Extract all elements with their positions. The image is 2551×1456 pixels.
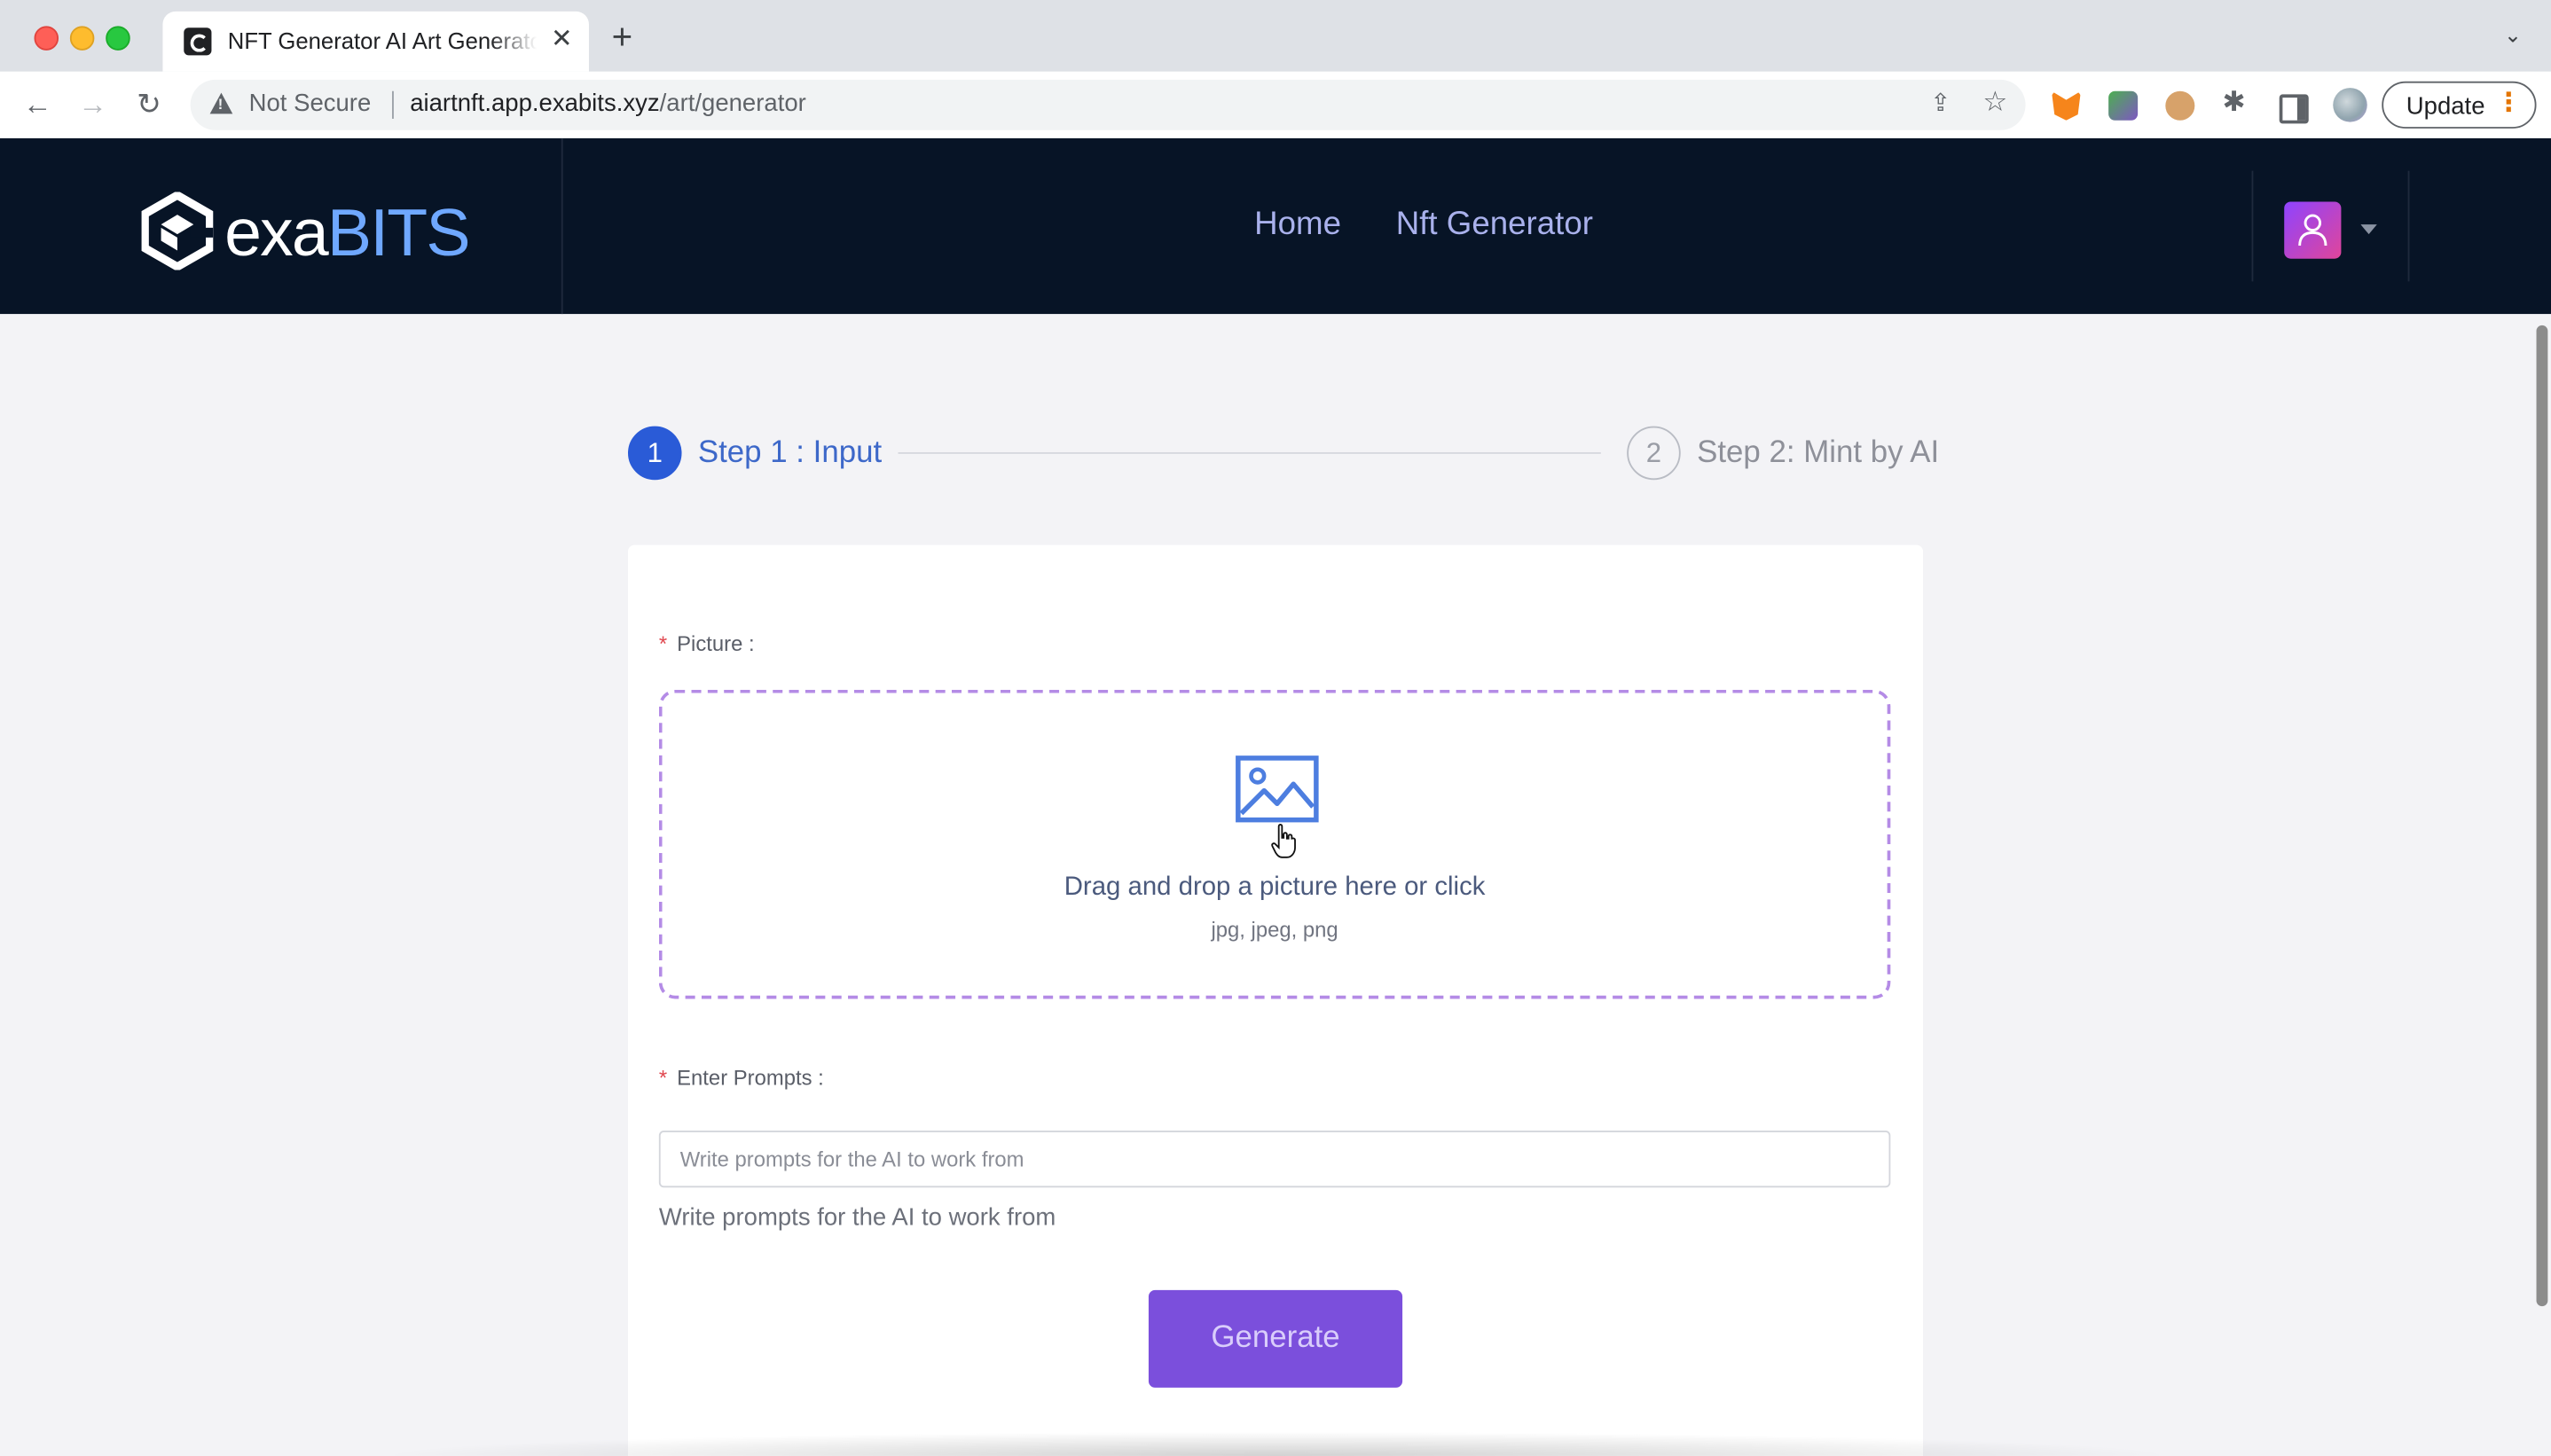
browser-tab-strip: NFT Generator AI Art Generator ✕ + ⌄ (0, 0, 2551, 72)
reload-icon[interactable]: ↻ (137, 84, 161, 123)
logo-wordmark: exaBITS (224, 195, 471, 270)
dropzone-instructions: Drag and drop a picture here or click (1064, 873, 1486, 902)
dropzone-file-types: jpg, jpeg, png (1211, 917, 1338, 943)
update-button-label: Update (2406, 92, 2485, 121)
warning-triangle-icon[interactable] (209, 92, 233, 114)
tab-close-icon[interactable]: ✕ (551, 25, 573, 58)
exabits-logo-icon (141, 192, 214, 270)
url-text[interactable]: aiartnft.app.exabits.xyz/art/generator (410, 90, 806, 117)
minimize-window-button[interactable] (69, 26, 95, 51)
header-divider (2407, 170, 2410, 282)
required-mark: * (658, 1065, 668, 1091)
maximize-window-button[interactable] (106, 26, 130, 51)
prompts-help-text: Write prompts for the AI to work from (658, 1203, 1056, 1232)
prompts-label: * Enter Prompts : (659, 1066, 824, 1091)
browser-toolbar: ← → ↻ Not Secure aiartnft.app.exabits.xy… (0, 71, 2551, 140)
required-mark: * (658, 630, 668, 656)
user-icon (2298, 214, 2327, 247)
bookmark-star-icon[interactable]: ☆ (1982, 86, 2007, 119)
back-arrow-icon[interactable]: ← (23, 84, 52, 123)
step-2-label: Step 2: Mint by AI (1697, 435, 1940, 471)
side-panel-icon[interactable] (2279, 94, 2309, 124)
close-window-button[interactable] (34, 26, 59, 51)
logo-bits: BITS (326, 195, 471, 270)
update-button[interactable]: Update ⋮ (2382, 81, 2537, 129)
url-path: /art/generator (659, 89, 806, 118)
prompts-label-text: Enter Prompts : (677, 1065, 824, 1091)
logo-exa: exa (224, 195, 329, 270)
user-menu-caret-icon[interactable] (2360, 224, 2377, 235)
extension-avatar-icon[interactable] (2165, 90, 2195, 121)
prompts-input[interactable] (658, 1131, 1891, 1188)
step-2-number: 2 (1627, 426, 1681, 481)
forward-arrow-icon[interactable]: → (78, 84, 107, 123)
app-window: NFT Generator AI Art Generator ✕ + ⌄ ← →… (0, 0, 2551, 1456)
url-host: aiartnft.app.exabits.xyz (410, 89, 660, 118)
tab-title: NFT Generator AI Art Generator (227, 27, 538, 54)
step-1-number: 1 (628, 426, 682, 481)
header-divider (2251, 170, 2254, 282)
page-scrollbar-thumb[interactable] (2536, 325, 2548, 1307)
card-shadow (373, 1431, 2180, 1456)
nav-home-link[interactable]: Home (1254, 207, 1341, 244)
tab-list-chevron-icon[interactable]: ⌄ (2504, 23, 2522, 49)
picture-dropzone[interactable]: Drag and drop a picture here or click jp… (658, 689, 1891, 999)
metamask-extension-icon[interactable] (2051, 90, 2081, 121)
header-divider (561, 137, 563, 315)
hand-cursor-icon (1271, 824, 1296, 858)
site-favicon-icon (184, 27, 212, 56)
picture-label: * Picture : (659, 631, 755, 656)
step-1-label: Step 1 : Input (697, 435, 883, 471)
security-status[interactable]: Not Secure (249, 90, 372, 117)
new-tab-icon[interactable]: + (612, 19, 633, 55)
profile-avatar-icon[interactable] (2333, 88, 2367, 122)
nav-nft-generator-link[interactable]: Nft Generator (1396, 207, 1593, 244)
address-bar[interactable]: Not Secure aiartnft.app.exabits.xyz/art/… (190, 79, 2026, 130)
browser-menu-icon[interactable]: ⋮ (2496, 88, 2522, 121)
extension-app-icon[interactable] (2108, 90, 2139, 121)
generate-button[interactable]: Generate (1148, 1289, 1403, 1388)
address-divider (392, 90, 394, 119)
share-icon[interactable]: ⇪ (1930, 88, 1951, 117)
picture-label-text: Picture : (677, 630, 755, 656)
site-header: exaBITS Home Nft Generator (0, 137, 2551, 315)
browser-tab[interactable]: NFT Generator AI Art Generator ✕ (162, 11, 589, 72)
step-connector (898, 452, 1601, 454)
user-avatar[interactable] (2284, 201, 2342, 259)
extensions-puzzle-icon[interactable]: ✱ (2223, 86, 2246, 119)
image-upload-icon (1236, 755, 1319, 823)
